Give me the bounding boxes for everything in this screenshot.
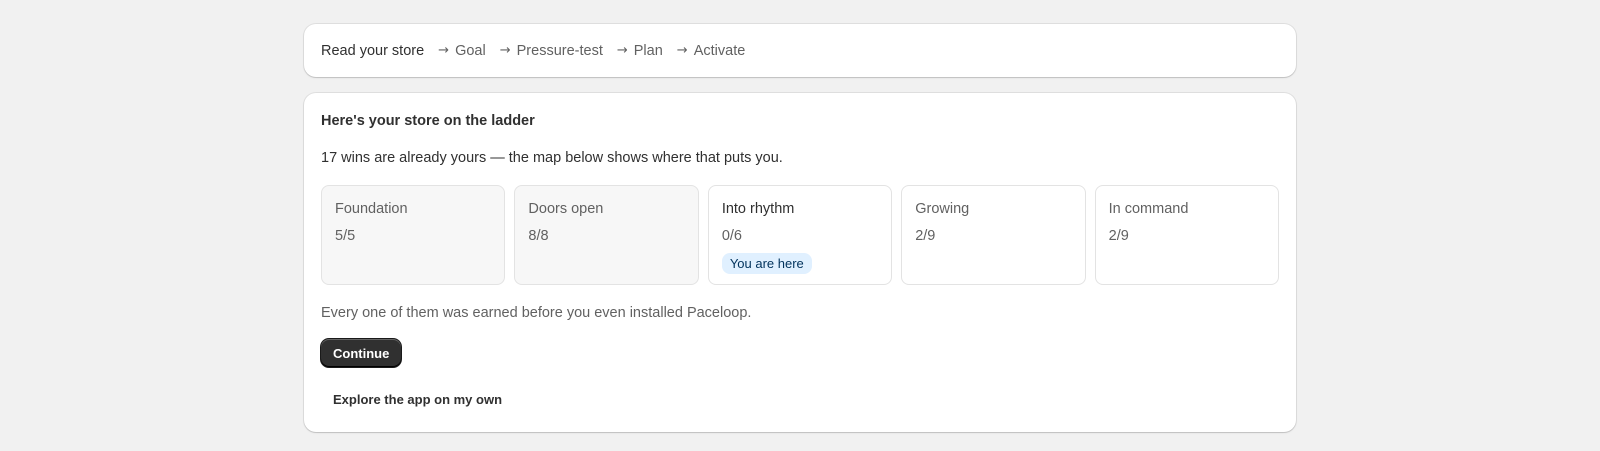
stage-doors-open: Doors open 8/8 xyxy=(514,185,699,285)
step-pressure-test: → Pressure-test xyxy=(500,43,603,59)
arrow-right-icon: → xyxy=(499,43,511,58)
stage-count: 2/9 xyxy=(915,228,936,244)
wins-summary: 17 wins are already yours — the map belo… xyxy=(321,150,783,166)
stage-in-command: In command 2/9 xyxy=(1094,185,1280,285)
stage-into-rhythm: Into rhythm 0/6 You are here xyxy=(707,185,893,285)
step-label: Activate xyxy=(693,42,746,59)
stage-name: Foundation xyxy=(335,201,408,217)
onboarding-container: Read your store → Goal → Pressure-test →… xyxy=(304,24,1296,432)
step-label: Pressure-test xyxy=(516,42,603,59)
ladder-card: Here's your store on the ladder 17 wins … xyxy=(304,93,1296,432)
stage-count: 2/9 xyxy=(1108,228,1129,244)
stage-growing: Growing 2/9 xyxy=(901,185,1086,285)
stage-foundation: Foundation 5/5 xyxy=(321,185,506,285)
step-read-your-store: Read your store xyxy=(321,43,424,59)
stage-count: 0/6 xyxy=(721,228,742,244)
earned-note: Every one of them was earned before you … xyxy=(321,305,752,321)
stage-name: Into rhythm xyxy=(721,201,795,217)
continue-button[interactable]: Continue xyxy=(321,339,402,367)
card-title: Here's your store on the ladder xyxy=(321,113,535,129)
arrow-right-icon: → xyxy=(438,43,450,58)
stage-name: Doors open xyxy=(528,201,604,217)
arrow-right-icon: → xyxy=(616,43,628,58)
progress-steps: Read your store → Goal → Pressure-test →… xyxy=(304,24,1296,77)
explore-app-button[interactable]: Explore the app on my own xyxy=(321,385,514,413)
stage-count: 8/8 xyxy=(528,228,549,244)
step-label: Goal xyxy=(455,42,486,59)
step-label: Plan xyxy=(633,42,663,59)
step-goal: → Goal xyxy=(438,43,486,59)
step-plan: → Plan xyxy=(617,43,663,59)
stage-count: 5/5 xyxy=(335,228,356,244)
stage-name: Growing xyxy=(915,201,970,217)
ladder-stages: Foundation 5/5 Doors open 8/8 Into rhyth… xyxy=(321,185,1280,285)
step-label: Read your store xyxy=(321,42,425,59)
arrow-right-icon: → xyxy=(676,43,688,58)
stage-name: In command xyxy=(1108,201,1189,217)
step-activate: → Activate xyxy=(677,43,746,59)
you-are-here-badge: You are here xyxy=(721,253,812,274)
